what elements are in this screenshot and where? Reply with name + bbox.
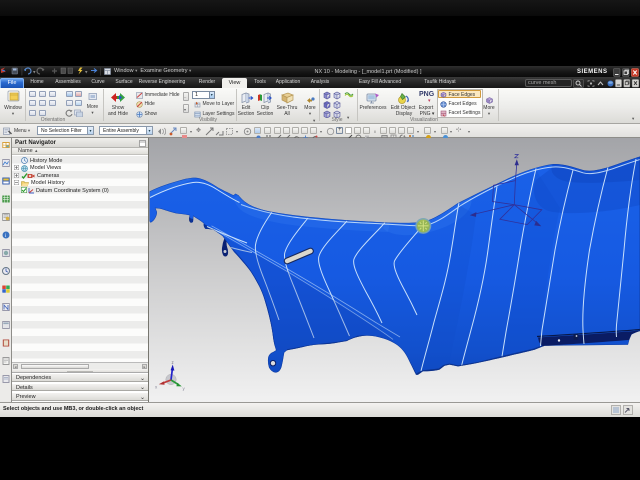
svg-text:▾: ▾ <box>33 70 36 76</box>
svg-text:▾: ▾ <box>85 70 88 76</box>
